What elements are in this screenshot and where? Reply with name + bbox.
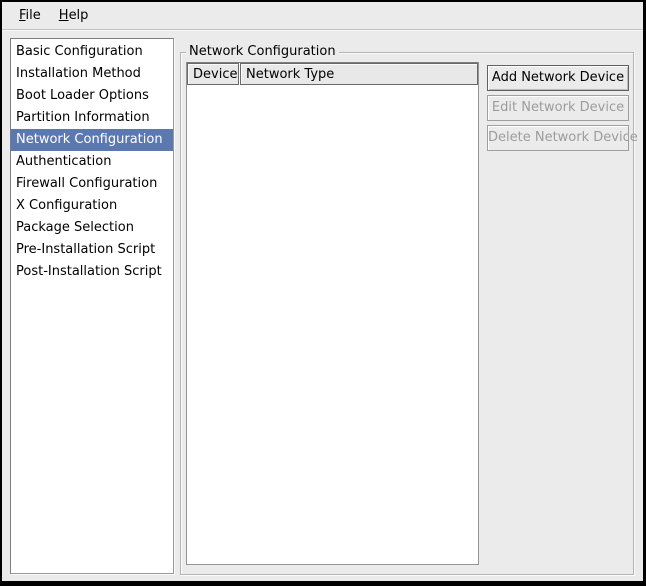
menu-help[interactable]: Help (52, 4, 100, 27)
sidebar-item-pre-installation-script[interactable]: Pre-Installation Script (11, 239, 173, 261)
table-header-row: Device Network Type (187, 63, 478, 85)
delete-network-device-button: Delete Network Device (487, 125, 629, 151)
device-button-column: Add Network Device Edit Network Device D… (487, 65, 629, 155)
network-configuration-frame: Network Configuration Device Network Typ… (180, 52, 634, 575)
edit-network-device-button: Edit Network Device (487, 95, 629, 121)
sidebar-item-authentication[interactable]: Authentication (11, 151, 173, 173)
sidebar-item-firewall-configuration[interactable]: Firewall Configuration (11, 173, 173, 195)
sidebar-item-partition-information[interactable]: Partition Information (11, 107, 173, 129)
menu-help-mnemonic: H (59, 8, 69, 23)
sidebar-item-boot-loader-options[interactable]: Boot Loader Options (11, 85, 173, 107)
sidebar-item-installation-method[interactable]: Installation Method (11, 63, 173, 85)
sidebar-item-package-selection[interactable]: Package Selection (11, 217, 173, 239)
sidebar-item-x-configuration[interactable]: X Configuration (11, 195, 173, 217)
table-body-empty[interactable] (187, 85, 478, 564)
section-list: Basic Configuration Installation Method … (10, 38, 174, 574)
menu-help-label: elp (69, 8, 89, 23)
menu-file-label: ile (26, 8, 41, 23)
app-window: File Help Basic Configuration Installati… (0, 0, 646, 586)
client-area: File Help Basic Configuration Installati… (2, 2, 643, 581)
sidebar-item-network-configuration[interactable]: Network Configuration (11, 129, 173, 151)
frame-title: Network Configuration (186, 44, 339, 59)
sidebar-item-basic-configuration[interactable]: Basic Configuration (11, 41, 173, 63)
network-device-table: Device Network Type (186, 62, 479, 565)
column-header-network-type[interactable]: Network Type (240, 63, 478, 85)
menu-bar: File Help (2, 2, 643, 30)
column-header-device[interactable]: Device (187, 63, 239, 85)
sidebar-item-post-installation-script[interactable]: Post-Installation Script (11, 261, 173, 283)
add-network-device-button[interactable]: Add Network Device (487, 65, 629, 91)
menu-file[interactable]: File (12, 4, 52, 27)
